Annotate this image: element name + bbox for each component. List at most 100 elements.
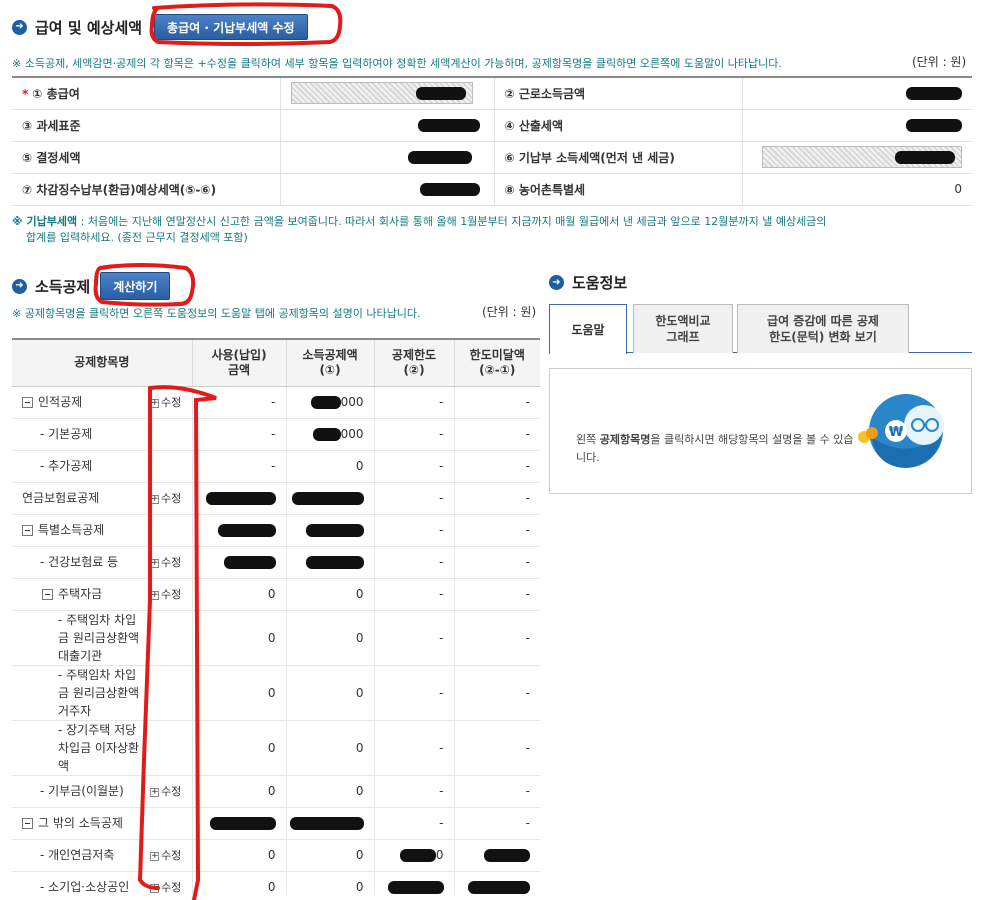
expected-tax-value [279,173,494,206]
collapse-icon[interactable] [22,525,33,536]
cell-limit [373,871,455,894]
row-health-name[interactable]: - 건강보험료 등 [12,546,150,579]
cell-deduction: 0 [285,450,375,483]
edit-pension-button[interactable]: + 수정 [150,482,193,515]
rural-tax-label: ⑧ 농어촌특별세 [493,173,742,206]
tab-help[interactable]: 도움말 [549,304,627,354]
row-pension-name[interactable]: 연금보험료공제 [12,482,150,515]
cell-deduction: 0 [285,839,375,872]
table-row: - 개인연금저축 + 수정 0 0 0 [12,839,540,872]
deduction-table-wrapper[interactable]: 공제항목명 사용(납입) 금액 소득공제액 (①) 공제한도 (②) 한도미달액 (②-… [12,338,540,894]
cell-limit: - [373,775,455,808]
plus-icon: + [150,882,159,893]
tab-threshold-change[interactable]: 급여 증감에 따른 공제 한도(문턱) 변화 보기 [737,304,909,353]
cell-edit-empty [150,665,193,721]
edit-salary-tax-button[interactable]: 총급여 · 기납부세액 수정 [154,14,308,40]
cell-remaining [453,839,540,872]
cell-limit: - [373,386,455,419]
cell-remaining [453,871,540,894]
prepaid-tax-input[interactable] [741,141,972,174]
plus-icon: + [150,850,159,861]
table-row: 인적공제 + 수정 - 000 - - [12,386,540,419]
table-row: - 소기업·소상공인 + 수정 0 0 [12,871,540,894]
cell-used: - [191,386,287,419]
row-personal-name[interactable]: 인적공제 [12,386,150,419]
header-item: 공제항목명 [12,340,193,387]
cell-limit: - [373,807,455,840]
edit-personal-button[interactable]: + 수정 [150,386,193,419]
header-deduction: 소득공제액 (①) [285,340,375,387]
cell-used: 0 [191,578,287,611]
edit-personal-pension-button[interactable]: + 수정 [150,839,193,872]
table-row: - 주택임차 차입금 원리금상환액 거주자 0 0 - - [12,665,540,721]
computed-tax-value [741,109,972,142]
cell-used: - [191,450,287,483]
earned-income-label: ② 근로소득금액 [493,77,742,110]
cell-limit: - [373,482,455,515]
salary-note: ※ 소득공제, 세액감면·공제의 각 항목은 +수정을 클릭하여 세부 항목을 … [12,57,782,70]
collapse-icon[interactable] [22,818,33,829]
cell-deduction: 0 [285,775,375,808]
row-basic-name[interactable]: - 기본공제 [12,418,150,451]
total-salary-input[interactable] [279,77,494,110]
row-additional-name[interactable]: - 추가공제 [12,450,150,483]
header-remaining: 한도미달액 (②-①) [453,340,540,387]
cell-deduction [285,514,375,547]
rural-tax-value: 0 [741,173,972,206]
row-special-name[interactable]: 특별소득공제 [12,514,150,547]
cell-limit: 0 [373,839,455,872]
plus-icon: + [150,493,159,504]
deduction-unit: (단위 : 원) [482,305,537,319]
cell-used: 0 [191,839,287,872]
cell-limit: - [373,610,455,666]
cell-limit: - [373,418,455,451]
cell-deduction: 0 [285,871,375,894]
cell-deduction: 000 [285,386,375,419]
tax-base-value [279,109,494,142]
cell-used: 0 [191,610,287,666]
cell-edit-empty [150,450,193,483]
total-salary-label: * ① 총급여 [12,77,280,110]
cell-used: 0 [191,871,287,894]
table-row: - 추가공제 - 0 - - [12,450,540,483]
row-housing-loan-resident[interactable]: - 주택임차 차입금 원리금상환액 거주자 [12,665,150,721]
edit-small-business-button[interactable]: + 수정 [150,871,193,894]
section-help-title: ➜ 도움정보 [549,272,627,293]
cell-remaining: - [453,514,540,547]
header-used: 사용(납입) 금액 [191,340,287,387]
cell-used: 0 [191,720,287,776]
edit-donation-button[interactable]: + 수정 [150,775,193,808]
plus-icon: + [150,589,159,600]
row-other-name[interactable]: 그 밖의 소득공제 [12,807,150,840]
cell-remaining: - [453,578,540,611]
summary-table: * ① 총급여 ② 근로소득금액 ③ 과세표준 ④ 산출세액 ⑤ 결정세액 ⑥ 기… [12,76,972,206]
row-housing-name[interactable]: 주택자금 [12,578,150,611]
tab-limit-graph[interactable]: 한도액비교 그래프 [633,304,733,353]
table-row: 그 밖의 소득공제 - - [12,807,540,840]
table-row: - 장기주택 저당차입금 이자상환액 0 0 - - [12,720,540,776]
cell-used [191,482,287,515]
cell-deduction: 000 [285,418,375,451]
cell-limit: - [373,514,455,547]
row-housing-loan-institution[interactable]: - 주택임차 차입금 원리금상환액 대출기관 [12,610,150,666]
cell-deduction: 0 [285,720,375,776]
cell-used [191,807,287,840]
row-personal-pension-name[interactable]: - 개인연금저축 [12,839,150,872]
edit-health-button[interactable]: + 수정 [150,546,193,579]
cell-remaining: - [453,546,540,579]
row-small-business-name[interactable]: - 소기업·소상공인 [12,871,150,894]
determined-tax-label: ⑤ 결정세액 [12,141,280,174]
collapse-icon[interactable] [22,397,33,408]
collapse-icon[interactable] [42,589,53,600]
calculate-button[interactable]: 계산하기 [100,272,171,300]
cell-used: - [191,418,287,451]
row-mortgage-interest[interactable]: - 장기주택 저당차입금 이자상환액 [12,720,150,776]
edit-housing-button[interactable]: + 수정 [150,578,193,611]
cell-deduction: 0 [285,610,375,666]
row-donation-name[interactable]: - 기부금(이월분) [12,775,150,808]
cell-used: 0 [191,665,287,721]
svg-text:₩: ₩ [889,425,904,440]
cell-edit-empty [150,807,193,840]
table-row: 주택자금 + 수정 0 0 - - [12,578,540,611]
help-message: 왼쪽 공제항목명을 클릭하시면 해당항목의 설명을 볼 수 있습니다. [576,433,854,464]
